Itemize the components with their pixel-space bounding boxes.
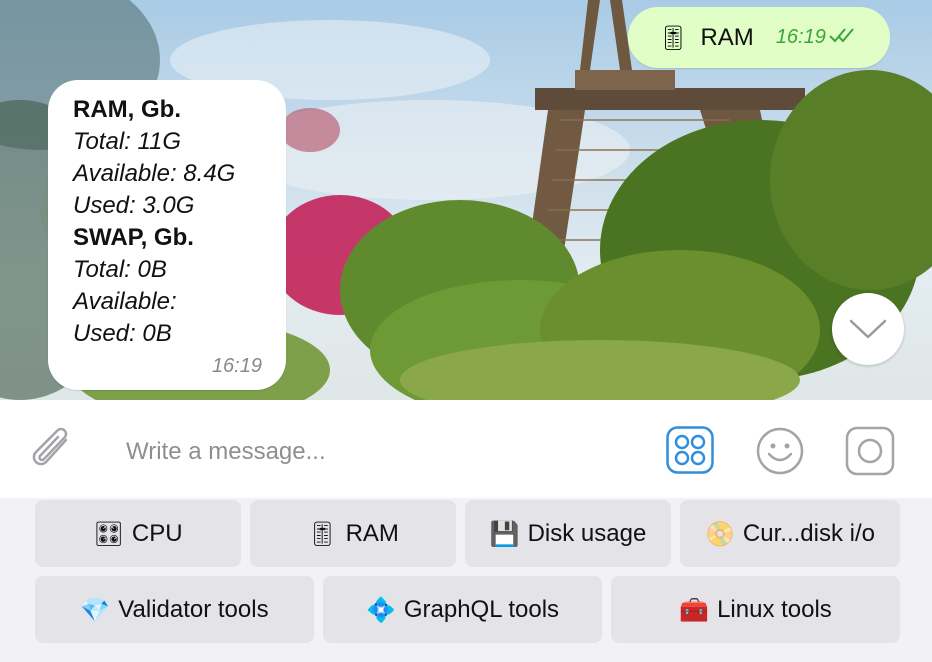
smiley-icon bbox=[756, 427, 804, 475]
paperclip-icon bbox=[32, 427, 68, 466]
bot-keyboard-icon bbox=[666, 426, 714, 474]
key-label: GraphQL tools bbox=[403, 595, 560, 623]
double-check-icon bbox=[828, 26, 856, 49]
message-input[interactable] bbox=[126, 434, 626, 470]
message-text: RAM bbox=[700, 23, 754, 51]
diamond-dot-icon: 💠 bbox=[365, 595, 396, 624]
key-current-disk-io[interactable]: 📀 Cur...disk i/o bbox=[680, 500, 900, 567]
key-cpu[interactable]: 🎛 CPU bbox=[35, 500, 241, 567]
key-validator-tools[interactable]: 💎 Validator tools bbox=[35, 576, 314, 643]
message-time: 16:19 bbox=[775, 26, 826, 48]
dvd-icon: 📀 bbox=[705, 519, 735, 548]
gem-icon: 💎 bbox=[80, 595, 111, 624]
scroll-down-button[interactable] bbox=[832, 293, 904, 365]
toolbox-icon: 🧰 bbox=[679, 595, 710, 624]
message-line: RAM, Gb. bbox=[73, 96, 181, 123]
message-input-bar bbox=[0, 400, 932, 498]
emoji-button[interactable] bbox=[755, 426, 805, 481]
key-label: Disk usage bbox=[527, 519, 647, 547]
outgoing-message-bubble[interactable]: 🎚 RAM 16:19 bbox=[628, 7, 890, 68]
key-label: RAM bbox=[345, 519, 399, 547]
message-line: Total: 11G bbox=[73, 128, 182, 155]
key-ram[interactable]: 🎚 RAM bbox=[250, 500, 456, 567]
message-line: Used: 3.0G bbox=[73, 192, 195, 219]
chevron-down-icon bbox=[849, 319, 887, 339]
chat-area: 🎚 RAM 16:19 RAM, Gb. Total: 11G Availabl… bbox=[0, 0, 932, 400]
incoming-message-bubble[interactable]: RAM, Gb. Total: 11G Available: 8.4G Used… bbox=[48, 80, 286, 390]
key-label: Validator tools bbox=[118, 595, 269, 623]
key-label: CPU bbox=[131, 519, 183, 547]
control-knobs-icon: 🎛 bbox=[93, 519, 124, 548]
message-line: Available: 8.4G bbox=[73, 160, 236, 187]
bot-keyboard-button[interactable] bbox=[666, 426, 714, 479]
message-line: SWAP, Gb. bbox=[73, 224, 194, 251]
camera-button[interactable] bbox=[845, 426, 895, 481]
message-line: Total: 0B bbox=[73, 256, 167, 283]
key-label: Linux tools bbox=[717, 595, 832, 623]
message-line: Used: 0B bbox=[73, 320, 172, 347]
message-time: 16:19 bbox=[211, 355, 262, 377]
key-disk-usage[interactable]: 💾 Disk usage bbox=[465, 500, 671, 567]
key-linux-tools[interactable]: 🧰 Linux tools bbox=[611, 576, 900, 643]
key-graphql-tools[interactable]: 💠 GraphQL tools bbox=[323, 576, 602, 643]
level-slider-emoji: 🎚 bbox=[658, 23, 689, 52]
floppy-disk-icon: 💾 bbox=[489, 519, 520, 548]
key-label: Cur...disk i/o bbox=[742, 519, 875, 547]
level-slider-icon: 🎚 bbox=[307, 519, 338, 548]
message-line: Available: bbox=[73, 288, 177, 315]
camera-icon bbox=[845, 426, 895, 476]
attach-button[interactable] bbox=[30, 426, 78, 481]
bot-keyboard: 🎛 CPU 🎚 RAM 💾 Disk usage 📀 Cur...disk i/… bbox=[0, 498, 932, 662]
